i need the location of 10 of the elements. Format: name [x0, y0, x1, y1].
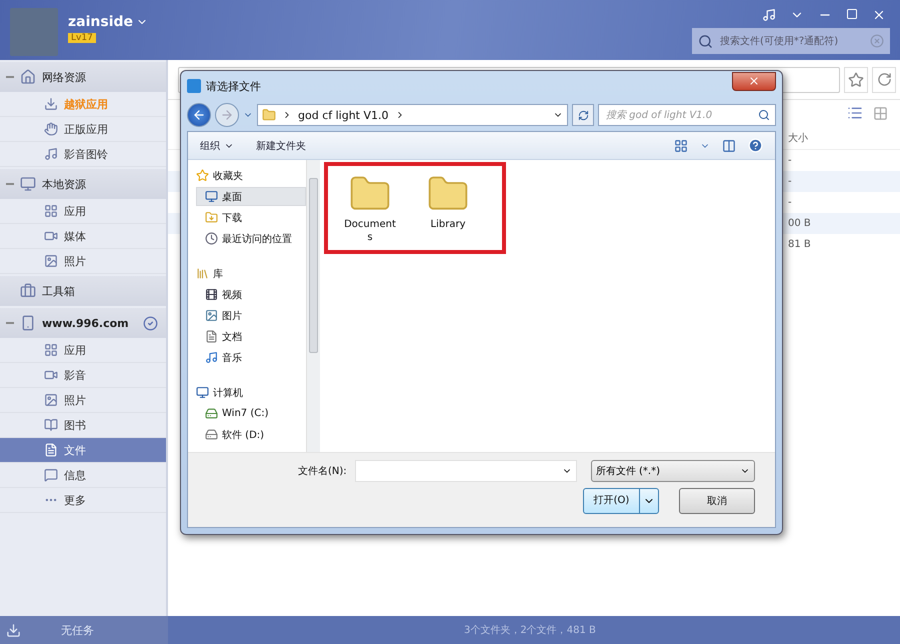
table-cell: - — [788, 155, 792, 166]
dialog-title: 请选择文件 — [206, 78, 261, 94]
level-badge: Lv17 — [68, 33, 96, 43]
table-cell: - — [788, 176, 792, 187]
table-cell: 81 B — [788, 239, 811, 250]
table-cell: - — [788, 197, 792, 208]
status-summary: 3个文件夹，2个文件，481 B — [464, 624, 596, 637]
task-status: 无任务 — [61, 622, 94, 638]
table-cell: 00 B — [788, 218, 811, 229]
filename-label: 文件名(N): — [298, 464, 348, 478]
